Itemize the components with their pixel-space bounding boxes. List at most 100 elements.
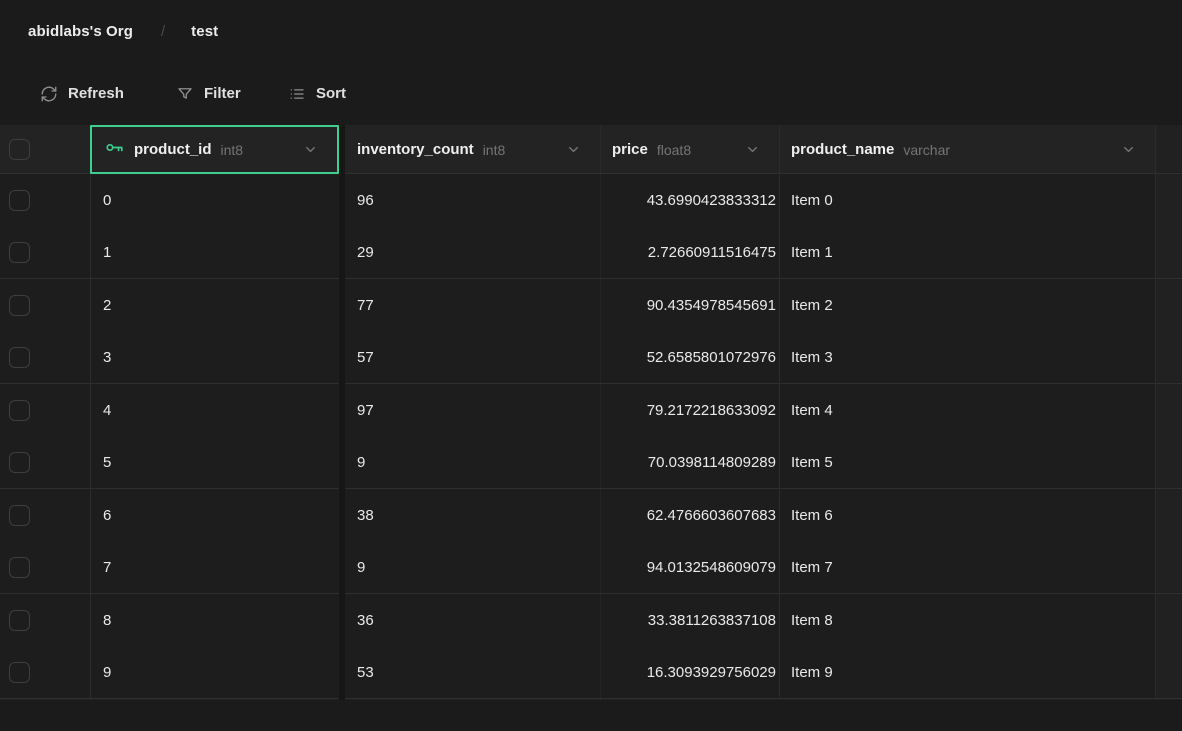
table-row: 7 9 94.0132548609079 Item 7 <box>0 542 1182 595</box>
table-row: 0 96 43.6990423833312 Item 0 <box>0 174 1182 227</box>
table-row: 4 97 79.2172218633092 Item 4 <box>0 384 1182 437</box>
cell-price[interactable]: 90.4354978545691 <box>600 279 779 332</box>
cell-product-id[interactable]: 8 <box>90 594 339 647</box>
cell-product-id[interactable]: 7 <box>90 542 339 595</box>
sort-label: Sort <box>316 85 346 102</box>
refresh-label: Refresh <box>68 85 124 102</box>
row-checkbox[interactable] <box>9 610 30 631</box>
table-row: 6 38 62.4766603607683 Item 6 <box>0 489 1182 542</box>
cell-inventory-count[interactable]: 29 <box>345 227 600 280</box>
cell-price[interactable]: 62.4766603607683 <box>600 489 779 542</box>
row-checkbox[interactable] <box>9 242 30 263</box>
cell-product-name[interactable]: Item 9 <box>779 647 1155 700</box>
chevron-down-icon[interactable] <box>1121 142 1136 157</box>
cell-inventory-count[interactable]: 96 <box>345 174 600 227</box>
filter-button[interactable]: Filter <box>176 62 241 125</box>
row-checkbox[interactable] <box>9 347 30 368</box>
row-select-cell <box>0 227 90 280</box>
cell-price[interactable]: 70.0398114809289 <box>600 437 779 490</box>
cell-product-name[interactable]: Item 1 <box>779 227 1155 280</box>
sort-button[interactable]: Sort <box>288 62 346 125</box>
row-select-cell <box>0 647 90 700</box>
column-header-product-name[interactable]: product_name varchar <box>779 125 1155 174</box>
cell-product-id[interactable]: 6 <box>90 489 339 542</box>
column-name: product_name <box>791 141 894 158</box>
grid-vline <box>90 125 91 700</box>
cell-product-id[interactable]: 1 <box>90 227 339 280</box>
row-select-cell <box>0 542 90 595</box>
cell-product-name[interactable]: Item 0 <box>779 174 1155 227</box>
cell-price[interactable]: 33.3811263837108 <box>600 594 779 647</box>
cell-price[interactable]: 2.72660911516475 <box>600 227 779 280</box>
row-checkbox[interactable] <box>9 400 30 421</box>
refresh-icon <box>40 85 58 103</box>
cell-inventory-count[interactable]: 77 <box>345 279 600 332</box>
table-row: 8 36 33.3811263837108 Item 8 <box>0 594 1182 647</box>
row-select-cell <box>0 332 90 385</box>
select-all-checkbox[interactable] <box>9 139 30 160</box>
select-all-cell[interactable] <box>0 125 90 174</box>
footer-bar <box>0 700 1182 731</box>
column-header-product-id[interactable]: product_id int8 <box>90 125 339 174</box>
row-checkbox[interactable] <box>9 662 30 683</box>
breadcrumb-table[interactable]: test <box>191 23 218 40</box>
table-editor-window: abidlabs's Org / test Refresh Filter <box>0 0 1182 731</box>
row-select-cell <box>0 174 90 227</box>
table-row: 9 53 16.3093929756029 Item 9 <box>0 647 1182 700</box>
column-header-inventory-count[interactable]: inventory_count int8 <box>345 125 600 174</box>
table-row: 3 57 52.6585801072976 Item 3 <box>0 332 1182 385</box>
cell-inventory-count[interactable]: 53 <box>345 647 600 700</box>
toolbar: Refresh Filter Sort <box>0 62 1182 125</box>
row-select-cell <box>0 279 90 332</box>
cell-inventory-count[interactable]: 57 <box>345 332 600 385</box>
cell-product-id[interactable]: 0 <box>90 174 339 227</box>
grid-vline <box>1155 125 1156 700</box>
cell-inventory-count[interactable]: 97 <box>345 384 600 437</box>
cell-price[interactable]: 43.6990423833312 <box>600 174 779 227</box>
row-checkbox[interactable] <box>9 557 30 578</box>
cell-product-name[interactable]: Item 5 <box>779 437 1155 490</box>
table-row: 2 77 90.4354978545691 Item 2 <box>0 279 1182 332</box>
cell-price[interactable]: 16.3093929756029 <box>600 647 779 700</box>
cell-product-id[interactable]: 3 <box>90 332 339 385</box>
table-row: 5 9 70.0398114809289 Item 5 <box>0 437 1182 490</box>
column-type: varchar <box>903 142 950 158</box>
column-name: product_id <box>134 141 212 158</box>
cell-product-id[interactable]: 2 <box>90 279 339 332</box>
row-select-cell <box>0 384 90 437</box>
cell-product-id[interactable]: 4 <box>90 384 339 437</box>
column-type: int8 <box>483 142 506 158</box>
cell-product-id[interactable]: 9 <box>90 647 339 700</box>
cell-product-name[interactable]: Item 6 <box>779 489 1155 542</box>
row-checkbox[interactable] <box>9 295 30 316</box>
cell-product-name[interactable]: Item 8 <box>779 594 1155 647</box>
grid-vline <box>600 125 601 700</box>
chevron-down-icon[interactable] <box>745 142 760 157</box>
key-icon <box>104 137 125 163</box>
row-select-cell <box>0 594 90 647</box>
cell-product-name[interactable]: Item 4 <box>779 384 1155 437</box>
cell-inventory-count[interactable]: 9 <box>345 437 600 490</box>
cell-price[interactable]: 52.6585801072976 <box>600 332 779 385</box>
chevron-down-icon[interactable] <box>303 142 318 157</box>
column-header-price[interactable]: price float8 <box>600 125 779 174</box>
cell-price[interactable]: 79.2172218633092 <box>600 384 779 437</box>
cell-inventory-count[interactable]: 38 <box>345 489 600 542</box>
cell-product-id[interactable]: 5 <box>90 437 339 490</box>
column-name: inventory_count <box>357 141 474 158</box>
row-checkbox[interactable] <box>9 190 30 211</box>
row-checkbox[interactable] <box>9 452 30 473</box>
cell-product-name[interactable]: Item 2 <box>779 279 1155 332</box>
sort-list-icon <box>288 85 306 103</box>
row-checkbox[interactable] <box>9 505 30 526</box>
breadcrumb: abidlabs's Org / test <box>0 0 1182 62</box>
cell-product-name[interactable]: Item 7 <box>779 542 1155 595</box>
cell-product-name[interactable]: Item 3 <box>779 332 1155 385</box>
cell-inventory-count[interactable]: 36 <box>345 594 600 647</box>
cell-price[interactable]: 94.0132548609079 <box>600 542 779 595</box>
cell-inventory-count[interactable]: 9 <box>345 542 600 595</box>
breadcrumb-org[interactable]: abidlabs's Org <box>28 23 133 40</box>
grid-header-row: product_id int8 inventory_count int8 pri… <box>0 125 1182 174</box>
chevron-down-icon[interactable] <box>566 142 581 157</box>
refresh-button[interactable]: Refresh <box>40 62 124 125</box>
